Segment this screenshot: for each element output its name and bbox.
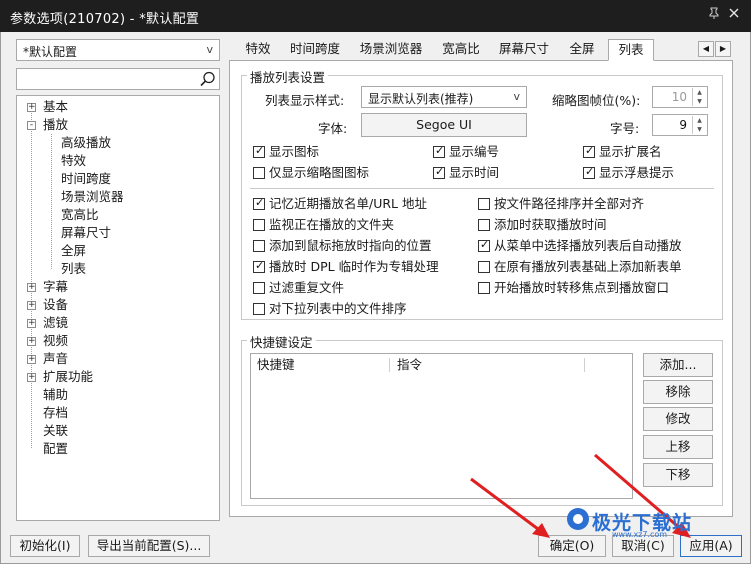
expand-toggle[interactable]: + <box>27 301 36 310</box>
tree-item-extensions[interactable]: 扩展功能 <box>43 368 93 386</box>
remove-shortcut-button[interactable]: 移除 <box>643 380 713 404</box>
tree-item-screen-size[interactable]: 屏幕尺寸 <box>61 224 111 242</box>
checkbox-sort-dropdown-files[interactable]: 对下拉列表中的文件排序 <box>253 301 407 317</box>
thumb-frame-label: 缩略图帧位(%): <box>552 93 641 108</box>
title-bar: 参数选项(210702) - *默认配置 <box>0 0 751 32</box>
window-title: 参数选项(210702) - *默认配置 <box>10 12 200 27</box>
tree-item-associations[interactable]: 关联 <box>43 422 68 440</box>
separator <box>250 188 714 189</box>
checkbox-get-duration-on-add[interactable]: 添加时获取播放时间 <box>478 217 607 233</box>
initialize-button[interactable]: 初始化(I) <box>10 535 80 557</box>
profile-combo-value: *默认配置 <box>23 45 78 59</box>
tab-playlist[interactable]: 列表 <box>608 39 654 61</box>
font-label: 字体: <box>318 121 348 136</box>
checkbox-show-icons[interactable]: ✓ 显示图标 <box>253 144 319 160</box>
add-shortcut-button[interactable]: 添加... <box>643 353 713 377</box>
tree-guide <box>31 110 32 448</box>
checkbox-append-new-list[interactable]: 在原有播放列表基础上添加新表单 <box>478 259 682 275</box>
watermark-logo-icon <box>567 508 589 530</box>
column-header-command[interactable]: 指令 <box>397 354 422 376</box>
thumb-frame-spinner[interactable]: 10 ▲ ▼ <box>652 86 708 108</box>
column-divider[interactable] <box>584 358 585 372</box>
tab-screen-size[interactable]: 屏幕尺寸 <box>492 39 556 61</box>
tree-item-audio[interactable]: 声音 <box>43 350 68 368</box>
spinner-arrows-icon[interactable]: ▲ ▼ <box>692 88 706 106</box>
chevron-down-icon: v <box>513 90 520 103</box>
tab-effects[interactable]: 特效 <box>238 39 278 61</box>
checkbox-thumbnail-icons-only[interactable]: 仅显示缩略图图标 <box>253 165 369 181</box>
tab-scroll-right-icon[interactable]: ▶ <box>715 41 731 57</box>
font-size-label: 字号: <box>610 121 640 136</box>
tree-item-scene-browser[interactable]: 场景浏览器 <box>61 188 124 206</box>
spinner-arrows-icon[interactable]: ▲ ▼ <box>692 116 706 134</box>
tree-item-advanced-playback[interactable]: 高级播放 <box>61 134 111 152</box>
tree-item-effects[interactable]: 特效 <box>61 152 86 170</box>
font-size-spinner[interactable]: 9 ▲ ▼ <box>652 114 708 136</box>
tree-item-fullscreen[interactable]: 全屏 <box>61 242 86 260</box>
checkbox-filter-duplicates[interactable]: 过滤重复文件 <box>253 280 344 296</box>
checkbox-show-tooltips[interactable]: ✓ 显示浮悬提示 <box>583 165 674 181</box>
search-icon[interactable] <box>199 70 217 88</box>
expand-toggle[interactable]: + <box>27 319 36 328</box>
checkbox-show-time[interactable]: ✓ 显示时间 <box>433 165 499 181</box>
annotation-arrow-ok <box>470 477 550 538</box>
expand-toggle[interactable]: + <box>27 355 36 364</box>
column-header-shortcut[interactable]: 快捷键 <box>257 354 295 376</box>
checkbox-remember-recent[interactable]: ✓ 记忆近期播放名单/URL 地址 <box>253 196 427 212</box>
profile-combo[interactable]: *默认配置 v <box>16 39 220 61</box>
display-style-select[interactable]: 显示默认列表(推荐) v <box>361 86 527 108</box>
tree-item-timespan[interactable]: 时间跨度 <box>61 170 111 188</box>
chevron-down-icon: v <box>206 43 213 56</box>
checkbox-show-extension[interactable]: ✓ 显示扩展名 <box>583 144 662 160</box>
search-input[interactable] <box>16 68 220 90</box>
display-style-value: 显示默认列表(推荐) <box>368 92 474 106</box>
shortcut-list[interactable]: 快捷键 指令 <box>250 353 633 499</box>
column-divider[interactable] <box>389 358 390 372</box>
tab-scroll-left-icon[interactable]: ◀ <box>698 41 714 57</box>
tree-item-aspect-ratio[interactable]: 宽高比 <box>61 206 99 224</box>
tree-guide <box>51 134 52 269</box>
checkbox-watch-folder[interactable]: 监视正在播放的文件夹 <box>253 217 394 233</box>
settings-tree[interactable]: 基本 播放 高级播放 特效 时间跨度 场景浏览器 宽高比 屏幕尺寸 全屏 列表 … <box>16 95 220 521</box>
tree-item-video[interactable]: 视频 <box>43 332 68 350</box>
expand-toggle[interactable]: + <box>27 283 36 292</box>
font-button[interactable]: Segoe UI <box>361 113 527 137</box>
tree-item-basic[interactable]: 基本 <box>43 98 68 116</box>
checkbox-focus-player-window[interactable]: 开始播放时转移焦点到播放窗口 <box>478 280 669 296</box>
edit-shortcut-button[interactable]: 修改 <box>643 407 713 431</box>
pin-icon[interactable] <box>706 7 722 23</box>
shortcut-group-title: 快捷键设定 <box>247 332 316 351</box>
collapse-toggle[interactable]: - <box>27 121 36 130</box>
tab-fullscreen[interactable]: 全屏 <box>562 39 602 61</box>
tree-item-subtitles[interactable]: 字幕 <box>43 278 68 296</box>
watermark-url: www.xz7.com <box>612 530 668 539</box>
tree-item-filters[interactable]: 滤镜 <box>43 314 68 332</box>
tab-scene-browser[interactable]: 场景浏览器 <box>352 39 430 61</box>
export-config-button[interactable]: 导出当前配置(S)... <box>88 535 210 557</box>
expand-toggle[interactable]: + <box>27 103 36 112</box>
thumb-frame-value: 10 <box>671 90 687 104</box>
tree-item-accessibility[interactable]: 辅助 <box>43 386 68 404</box>
checkbox-autoplay-from-menu[interactable]: ✓ 从菜单中选择播放列表后自动播放 <box>478 238 682 254</box>
checkbox-show-numbers[interactable]: ✓ 显示编号 <box>433 144 499 160</box>
close-icon[interactable] <box>726 7 742 23</box>
expand-toggle[interactable]: + <box>27 373 36 382</box>
font-size-value: 9 <box>679 118 687 132</box>
checkbox-add-at-drop-position[interactable]: 添加到鼠标拖放时指向的位置 <box>253 238 432 254</box>
tree-item-devices[interactable]: 设备 <box>43 296 68 314</box>
checkbox-dpl-as-album[interactable]: ✓ 播放时 DPL 临时作为专辑处理 <box>253 259 439 275</box>
expand-toggle[interactable]: + <box>27 337 36 346</box>
tree-item-config[interactable]: 配置 <box>43 440 68 458</box>
tree-item-archive[interactable]: 存档 <box>43 404 68 422</box>
display-style-label: 列表显示样式: <box>265 93 345 108</box>
tab-timespan[interactable]: 时间跨度 <box>284 39 346 61</box>
checkbox-sort-by-path[interactable]: 按文件路径排序并全部对齐 <box>478 196 644 212</box>
tab-aspect-ratio[interactable]: 宽高比 <box>436 39 486 61</box>
tree-item-playlist[interactable]: 列表 <box>61 260 86 278</box>
tree-item-playback[interactable]: 播放 <box>43 116 68 134</box>
playlist-settings-title: 播放列表设置 <box>247 67 329 86</box>
